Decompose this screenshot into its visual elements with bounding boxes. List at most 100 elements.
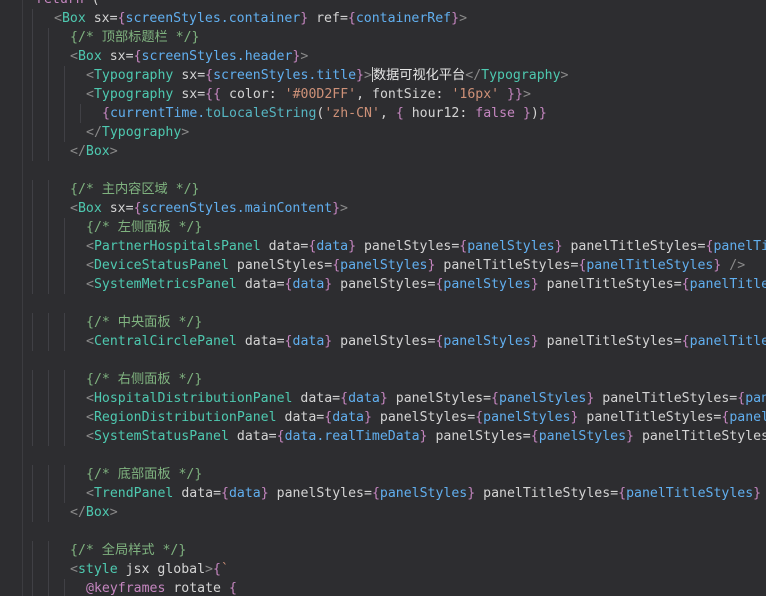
- code-line[interactable]: [0, 351, 766, 370]
- indent-guide: [48, 427, 49, 446]
- indent-guide: [32, 541, 33, 560]
- code-text: {/* 全局样式 */}: [70, 543, 187, 558]
- indent-guide: [48, 503, 49, 522]
- code-text: <Box sx={screenStyles.container} ref={co…: [54, 11, 468, 26]
- indent-guide: [32, 199, 33, 218]
- code-text: </Box>: [70, 144, 118, 159]
- indent-guide: [48, 370, 49, 389]
- indent-guide: [32, 123, 33, 142]
- code-editor[interactable]: return ( <Box sx={screenStyles.container}…: [0, 0, 766, 596]
- indent-guide: [48, 389, 49, 408]
- indent-guide: [48, 47, 49, 66]
- indent-guide: [48, 465, 49, 484]
- code-line[interactable]: [0, 294, 766, 313]
- indent-guide: [32, 465, 33, 484]
- indent-guide: [32, 104, 33, 123]
- indent-guide: [64, 218, 65, 237]
- code-text: {currentTime.toLocaleString('zh-CN', { h…: [102, 106, 547, 121]
- indent-guide: [48, 579, 49, 596]
- code-line[interactable]: <Box sx={screenStyles.header}>: [0, 47, 766, 66]
- code-line[interactable]: <DeviceStatusPanel panelStyles={panelSty…: [0, 256, 766, 275]
- code-line[interactable]: {currentTime.toLocaleString('zh-CN', { h…: [0, 104, 766, 123]
- indent-guide: [32, 560, 33, 579]
- indent-guide: [32, 332, 33, 351]
- code-text: </Typography>: [86, 125, 190, 140]
- code-line[interactable]: {/* 左侧面板 */}: [0, 218, 766, 237]
- indent-guide: [64, 370, 65, 389]
- indent-guide: [32, 142, 33, 161]
- code-line[interactable]: return (: [0, 0, 766, 9]
- code-line[interactable]: @keyframes rotate {: [0, 579, 766, 596]
- code-line[interactable]: [0, 161, 766, 180]
- indent-guide: [48, 142, 49, 161]
- code-text: <RegionDistributionPanel data={data} pan…: [86, 410, 766, 425]
- code-text: {/* 中央面板 */}: [86, 315, 203, 330]
- indent-guide: [64, 275, 65, 294]
- indent-guide: [32, 85, 33, 104]
- code-line[interactable]: [0, 522, 766, 541]
- indent-guide: [64, 484, 65, 503]
- indent-guide: [64, 313, 65, 332]
- indent-guide: [32, 9, 33, 28]
- code-line[interactable]: <TrendPanel data={data} panelStyles={pan…: [0, 484, 766, 503]
- code-text: <Typography sx={{ color: '#00D2FF', font…: [86, 87, 531, 102]
- indent-guide: [48, 560, 49, 579]
- indent-guide: [64, 408, 65, 427]
- code-text: {/* 底部面板 */}: [86, 467, 203, 482]
- code-line[interactable]: <RegionDistributionPanel data={data} pan…: [0, 408, 766, 427]
- indent-guide: [48, 541, 49, 560]
- indent-guide: [64, 123, 65, 142]
- code-line[interactable]: {/* 主内容区域 */}: [0, 180, 766, 199]
- code-line[interactable]: {/* 中央面板 */}: [0, 313, 766, 332]
- code-line[interactable]: {/* 全局样式 */}: [0, 541, 766, 560]
- indent-guide: [64, 237, 65, 256]
- code-text: <SystemMetricsPanel data={data} panelSty…: [86, 277, 766, 292]
- code-line[interactable]: <HospitalDistributionPanel data={data} p…: [0, 389, 766, 408]
- code-line[interactable]: <SystemMetricsPanel data={data} panelSty…: [0, 275, 766, 294]
- indent-guide: [48, 408, 49, 427]
- code-line[interactable]: <SystemStatusPanel data={data.realTimeDa…: [0, 427, 766, 446]
- code-line[interactable]: <Typography sx={screenStyles.title}>数据可视…: [0, 66, 766, 85]
- code-text: <DeviceStatusPanel panelStyles={panelSty…: [86, 258, 746, 273]
- indent-guide: [48, 237, 49, 256]
- indent-guide: [48, 199, 49, 218]
- code-line[interactable]: [0, 446, 766, 465]
- indent-guide: [32, 408, 33, 427]
- code-line[interactable]: <style jsx global>{`: [0, 560, 766, 579]
- code-text: <CentralCirclePanel data={data} panelSty…: [86, 334, 766, 349]
- code-line[interactable]: </Box>: [0, 142, 766, 161]
- indent-guide: [48, 256, 49, 275]
- indent-guide: [64, 85, 65, 104]
- indent-guide: [48, 332, 49, 351]
- indent-guide: [80, 104, 81, 123]
- indent-guide: [48, 66, 49, 85]
- indent-guide: [64, 332, 65, 351]
- indent-guide: [48, 28, 49, 47]
- indent-guide: [64, 389, 65, 408]
- indent-guide: [32, 256, 33, 275]
- code-line[interactable]: <PartnerHospitalsPanel data={data} panel…: [0, 237, 766, 256]
- indent-guide: [48, 275, 49, 294]
- code-line[interactable]: {/* 底部面板 */}: [0, 465, 766, 484]
- code-line[interactable]: </Typography>: [0, 123, 766, 142]
- code-text: {/* 右侧面板 */}: [86, 372, 203, 387]
- indent-guide: [48, 218, 49, 237]
- code-text: <Box sx={screenStyles.header}>: [70, 49, 309, 64]
- code-line[interactable]: </Box>: [0, 503, 766, 522]
- code-line[interactable]: {/* 顶部标题栏 */}: [0, 28, 766, 47]
- code-text: return (: [36, 0, 100, 9]
- indent-guide: [32, 218, 33, 237]
- indent-guide: [64, 579, 65, 596]
- code-line[interactable]: <CentralCirclePanel data={data} panelSty…: [0, 332, 766, 351]
- indent-guide: [32, 427, 33, 446]
- indent-guide: [32, 275, 33, 294]
- indent-guide: [64, 465, 65, 484]
- code-line[interactable]: {/* 右侧面板 */}: [0, 370, 766, 389]
- code-line[interactable]: <Box sx={screenStyles.mainContent}>: [0, 199, 766, 218]
- code-line[interactable]: <Typography sx={{ color: '#00D2FF', font…: [0, 85, 766, 104]
- indent-guide: [64, 427, 65, 446]
- indent-guide: [32, 503, 33, 522]
- code-text: <TrendPanel data={data} panelStyles={pan…: [86, 486, 762, 501]
- indent-guide: [32, 237, 33, 256]
- code-line[interactable]: <Box sx={screenStyles.container} ref={co…: [0, 9, 766, 28]
